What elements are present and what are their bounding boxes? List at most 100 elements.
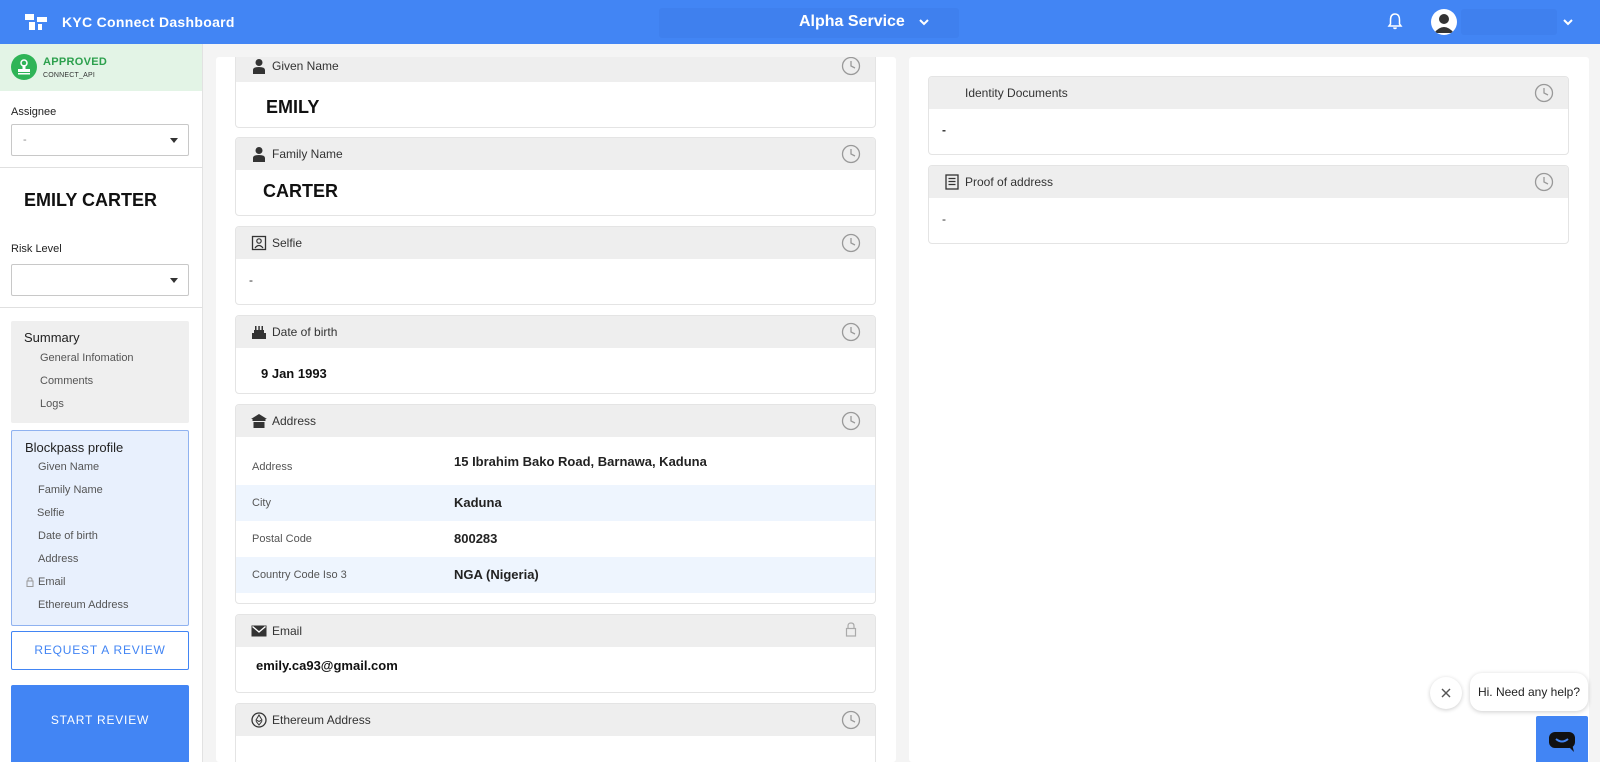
- card-title: Ethereum Address: [272, 713, 371, 727]
- card-header: Email: [236, 615, 875, 647]
- identity-documents-value: -: [942, 123, 946, 137]
- clock-icon[interactable]: [841, 411, 861, 431]
- nav-email[interactable]: Email: [38, 576, 66, 588]
- email-card: Email emily.ca93@gmail.com: [235, 614, 876, 693]
- person-icon: [253, 59, 265, 74]
- proof-of-address-value: -: [942, 212, 946, 226]
- clock-icon[interactable]: [841, 233, 861, 253]
- bell-icon[interactable]: [1387, 12, 1403, 30]
- nav-logs[interactable]: Logs: [40, 398, 64, 410]
- card-header: Family Name: [236, 138, 875, 170]
- card-header: Selfie: [236, 227, 875, 259]
- chevron-down-icon[interactable]: [1562, 16, 1574, 28]
- card-title: Selfie: [272, 236, 303, 250]
- nav-date-of-birth[interactable]: Date of birth: [38, 530, 98, 542]
- clock-icon[interactable]: [841, 710, 861, 730]
- chevron-down-icon[interactable]: [918, 16, 930, 28]
- nav-selfie[interactable]: Selfie: [37, 507, 65, 519]
- caret-down-icon: [170, 138, 178, 143]
- clock-icon[interactable]: [1534, 83, 1554, 103]
- chat-prompt[interactable]: Hi. Need any help?: [1470, 673, 1588, 711]
- clock-icon[interactable]: [841, 144, 861, 164]
- sidebar: APPROVED CONNECT_API Assignee - EMILY CA…: [0, 44, 203, 762]
- family-name-value: CARTER: [263, 181, 338, 201]
- mail-icon: [251, 625, 267, 637]
- card-title: Email: [272, 624, 303, 638]
- postal-code-label: Postal Code: [252, 533, 312, 545]
- status-badge: APPROVED CONNECT_API: [0, 44, 202, 91]
- chat-close-button[interactable]: [1430, 677, 1462, 709]
- start-review-button[interactable]: START REVIEW: [11, 685, 189, 762]
- date-of-birth-value: 9 Jan 1993: [261, 366, 327, 381]
- app-title: KYC Connect Dashboard: [62, 14, 235, 30]
- service-name[interactable]: Alpha Service: [799, 13, 905, 31]
- ethereum-address-card: Ethereum Address: [235, 703, 876, 762]
- ethereum-icon: [251, 712, 267, 728]
- lock-icon: [845, 622, 857, 637]
- assignee-label: Assignee: [11, 106, 57, 118]
- status-label: APPROVED: [43, 56, 108, 68]
- card-title: Address: [272, 414, 317, 428]
- identity-documents-card: Identity Documents -: [928, 76, 1569, 155]
- address-row-value: 15 Ibrahim Bako Road, Barnawa, Kaduna: [454, 454, 707, 469]
- home-icon: [251, 414, 267, 428]
- country-value: NGA (Nigeria): [454, 567, 539, 582]
- user-avatar-icon[interactable]: [1431, 9, 1457, 35]
- chat-icon[interactable]: [1536, 716, 1588, 762]
- assignee-value: -: [23, 134, 27, 146]
- date-of-birth-card: Date of birth 9 Jan 1993: [235, 315, 876, 394]
- request-review-button[interactable]: REQUEST A REVIEW: [11, 631, 189, 670]
- approved-stamp-icon: [11, 54, 37, 80]
- lock-icon: [26, 577, 34, 587]
- card-header: Address: [236, 405, 875, 437]
- postal-code-value: 800283: [454, 531, 498, 546]
- address-card: Address Address 15 Ibrahim Bako Road, Ba…: [235, 404, 876, 604]
- card-header: Given Name: [236, 57, 875, 82]
- profile-details-panel: Given Name EMILY Family Name CARTER Self…: [216, 57, 896, 762]
- card-title: Given Name: [272, 59, 339, 73]
- nav-comments[interactable]: Comments: [40, 375, 93, 387]
- summary-title[interactable]: Summary: [24, 330, 80, 345]
- nav-address[interactable]: Address: [38, 553, 78, 565]
- nav-family-name[interactable]: Family Name: [38, 484, 103, 496]
- selfie-icon: [251, 235, 267, 251]
- clock-icon[interactable]: [1534, 172, 1554, 192]
- user-menu[interactable]: [1461, 9, 1557, 35]
- email-value: emily.ca93@gmail.com: [256, 658, 398, 673]
- city-value: Kaduna: [454, 495, 502, 510]
- card-title: Proof of address: [965, 175, 1054, 189]
- clock-icon[interactable]: [841, 57, 861, 76]
- cake-icon: [252, 326, 266, 339]
- risk-level-select[interactable]: [11, 264, 189, 296]
- close-icon[interactable]: [1430, 677, 1462, 709]
- person-name: EMILY CARTER: [24, 190, 158, 210]
- card-header: Identity Documents: [929, 77, 1568, 109]
- given-name-value: EMILY: [266, 97, 320, 117]
- logo-icon: [25, 14, 47, 30]
- documents-panel: Identity Documents - Proof of address -: [909, 57, 1589, 762]
- family-name-card: Family Name CARTER: [235, 137, 876, 216]
- status-source: CONNECT_API: [43, 72, 95, 79]
- document-icon: [945, 174, 959, 190]
- card-title: Date of birth: [272, 325, 338, 339]
- proof-of-address-card: Proof of address -: [928, 165, 1569, 244]
- divider: [0, 307, 202, 308]
- blockpass-profile-nav: Blockpass profile Given Name Family Name…: [11, 430, 189, 626]
- assignee-select[interactable]: -: [11, 124, 189, 156]
- postal-code-row: Postal Code 800283: [236, 521, 875, 557]
- address-row-label: Address: [252, 461, 293, 473]
- card-title: Identity Documents: [965, 86, 1068, 100]
- nav-general-information[interactable]: General Infomation: [40, 352, 134, 364]
- risk-level-label: Risk Level: [11, 243, 62, 255]
- card-header: Proof of address: [929, 166, 1568, 198]
- summary-nav: Summary General Infomation Comments Logs: [11, 321, 189, 423]
- country-row: Country Code Iso 3 NGA (Nigeria): [236, 557, 875, 593]
- chat-launcher-button[interactable]: [1536, 716, 1588, 762]
- clock-icon[interactable]: [841, 322, 861, 342]
- nav-ethereum-address[interactable]: Ethereum Address: [38, 599, 129, 611]
- nav-given-name[interactable]: Given Name: [38, 461, 99, 473]
- selfie-card: Selfie -: [235, 226, 876, 305]
- profile-nav-title[interactable]: Blockpass profile: [25, 440, 123, 455]
- top-bar: KYC Connect Dashboard Alpha Service: [0, 0, 1600, 44]
- card-title: Family Name: [272, 147, 343, 161]
